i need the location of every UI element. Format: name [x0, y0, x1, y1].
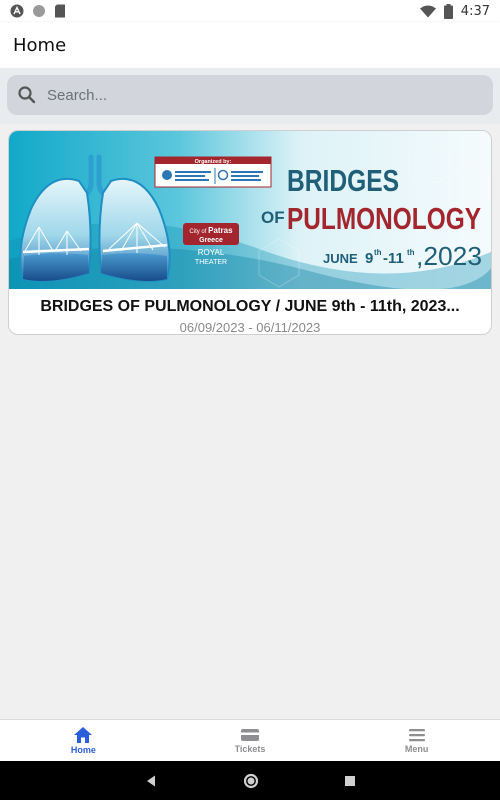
circle-notification-icon	[33, 5, 45, 17]
nav-tickets[interactable]: Tickets	[167, 720, 334, 761]
nav-menu-label: Menu	[404, 744, 429, 754]
banner-country: Greece	[199, 237, 223, 244]
battery-icon	[443, 3, 453, 19]
banner-headline-of: OF	[261, 208, 285, 227]
banner-headline-pulmonology: PULMONOLOGY	[287, 201, 481, 236]
nav-menu[interactable]: Menu	[333, 720, 500, 761]
search-icon	[18, 86, 36, 104]
sd-card-icon	[55, 4, 65, 18]
search-bar[interactable]	[7, 75, 493, 115]
nav-home-label: Home	[70, 745, 96, 755]
banner-date-sup-2: th	[407, 248, 415, 257]
banner-city-label: City of	[189, 229, 206, 235]
page-title: Home	[13, 34, 67, 56]
banner-venue-2: THEATER	[195, 259, 227, 266]
event-dates: 06/09/2023 - 06/11/2023	[179, 320, 321, 335]
search-input[interactable]	[47, 75, 493, 115]
nav-tickets-label: Tickets	[234, 744, 266, 754]
banner-date-day-1: 9	[365, 250, 373, 267]
back-icon[interactable]	[144, 774, 158, 788]
status-bar: 4:37	[0, 0, 500, 22]
banner-organized-by: Organized by:	[195, 159, 232, 165]
banner-date-year: ,2023	[416, 241, 482, 271]
home-icon	[74, 727, 93, 743]
event-banner-image: Organized by: City of Patras Greece ROYA…	[9, 131, 491, 289]
wifi-icon	[419, 5, 436, 17]
bottom-navigation: Home Tickets Menu	[0, 719, 500, 761]
home-circle-icon[interactable]	[243, 773, 259, 789]
ticket-icon	[241, 729, 259, 741]
nav-home[interactable]: Home	[0, 720, 167, 761]
search-container	[0, 68, 500, 124]
banner-venue-1: ROYAL	[198, 248, 225, 257]
app-bar: Home	[0, 22, 500, 68]
hamburger-menu-icon	[408, 729, 425, 742]
banner-date-month: JUNE	[323, 251, 358, 266]
status-time: 4:37	[460, 3, 490, 19]
app-notification-icon	[10, 4, 24, 18]
event-title: BRIDGES OF PULMONOLOGY / JUNE 9th - 11th…	[40, 298, 460, 315]
banner-headline-bridges: BRIDGES	[287, 163, 399, 198]
banner-date-dash: -11	[383, 250, 404, 267]
recent-apps-icon[interactable]	[344, 775, 356, 787]
banner-city-name: Patras	[208, 226, 233, 235]
banner-date-sup-1: th	[374, 248, 382, 257]
event-card[interactable]: Organized by: City of Patras Greece ROYA…	[8, 130, 492, 335]
system-navigation-bar	[0, 761, 500, 800]
